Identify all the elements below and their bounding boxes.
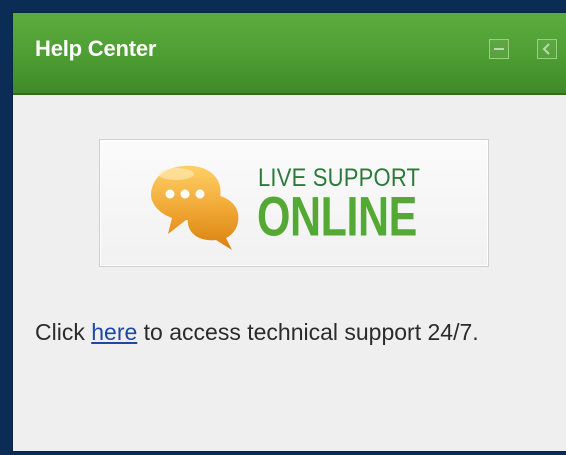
minimize-icon: [494, 48, 504, 50]
panel-title: Help Center: [35, 36, 157, 61]
help-message-prefix: Click: [35, 319, 92, 345]
chat-bubbles-icon: [150, 165, 239, 250]
minimize-button[interactable]: [489, 39, 509, 59]
help-message-suffix: to access technical support 24/7.: [137, 319, 479, 345]
live-support-online-button[interactable]: LIVE SUPPORT ONLINE: [99, 139, 489, 267]
panel-header: Help Center: [13, 13, 566, 95]
here-link[interactable]: here: [91, 319, 137, 345]
help-center-panel: Help Center LIVE SUPPORT ONLINE Click he…: [12, 12, 566, 452]
chevron-left-icon: [542, 43, 550, 55]
online-label: ONLINE: [257, 185, 417, 248]
help-message: Click here to access technical support 2…: [35, 315, 505, 349]
collapse-button[interactable]: [537, 39, 557, 59]
